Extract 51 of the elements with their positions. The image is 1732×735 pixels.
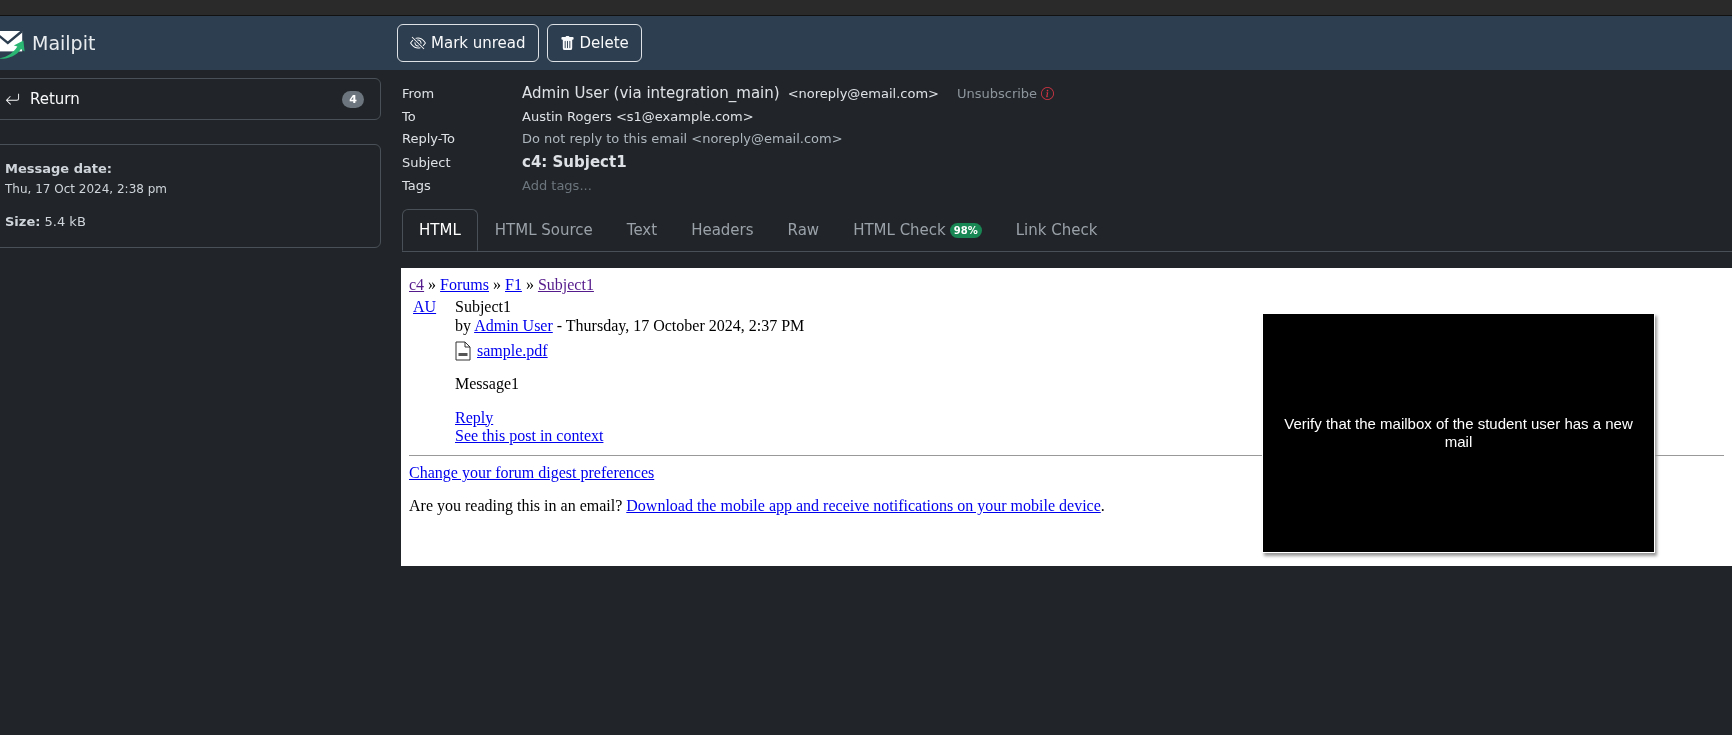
post-byline: by Admin User - Thursday, 17 October 2024, 2:37 PM xyxy=(455,316,805,336)
header-label: From xyxy=(402,85,436,101)
post-message: Message1 xyxy=(455,375,520,394)
unsubscribe-link[interactable]: Unsubscribe xyxy=(956,85,1055,101)
pdf-file-icon xyxy=(455,341,471,362)
trash-icon xyxy=(559,35,575,51)
overlay-text: Verify that the mailbox of the student user has a new mail xyxy=(1283,415,1634,451)
return-arrow-icon xyxy=(5,91,20,107)
view-tab[interactable]: HTML xyxy=(402,209,478,251)
author-initials-link[interactable]: AU xyxy=(413,298,437,316)
attachment-link[interactable]: sample.pdf xyxy=(477,341,548,361)
closing-paragraph: Are you reading this in an email? Download the mobile app and receive notifications on your mobile device. xyxy=(409,496,1106,516)
header-value: Do not reply to this email <noreply@email.com> xyxy=(522,131,844,146)
post-title: Subject1 xyxy=(455,298,512,317)
info-label: Message date: xyxy=(5,161,113,176)
header-value: Austin Rogers <s1@example.com> xyxy=(522,109,755,124)
mobile-app-link[interactable]: Download the mobile app and receive notifications on your mobile device xyxy=(626,496,1101,514)
view-tab[interactable]: HTML Check 98% xyxy=(836,209,999,251)
breadcrumb-separator: » xyxy=(525,276,534,295)
view-tab[interactable]: Headers xyxy=(674,209,771,251)
breadcrumb-link[interactable]: Subject1 xyxy=(537,276,594,295)
view-tab[interactable]: HTML Source xyxy=(477,209,610,251)
post-link[interactable]: Reply xyxy=(455,408,494,426)
header-label: Tags xyxy=(402,178,432,193)
breadcrumb-link[interactable]: Forums xyxy=(440,276,489,295)
toolbar-button[interactable]: Delete xyxy=(546,24,642,62)
digest-preferences-link[interactable]: Change your forum digest preferences xyxy=(409,464,655,482)
breadcrumb-separator: » xyxy=(493,276,501,295)
app-name: Mailpit xyxy=(32,32,96,54)
view-tab[interactable]: Raw xyxy=(770,209,837,251)
header-label: Reply-To xyxy=(402,131,456,146)
info-line: Size: 5.4 kB xyxy=(5,214,87,229)
score-badge: 98% xyxy=(949,222,982,238)
info-value: Thu, 17 Oct 2024, 2:38 pm xyxy=(5,182,169,196)
subject-value: c4: Subject1 xyxy=(522,153,628,171)
header-label: To xyxy=(402,109,417,124)
post-link[interactable]: See this post in context xyxy=(455,426,604,444)
return-button[interactable]: Return 4 xyxy=(0,78,381,120)
header-label: Subject xyxy=(402,154,452,170)
sender-name: Admin User (via integration_main) xyxy=(522,84,780,102)
sender-address: <noreply@email.com> xyxy=(787,85,939,101)
author-link[interactable]: Admin User xyxy=(474,316,553,334)
view-tab[interactable]: Text xyxy=(609,209,675,251)
eye-slash-icon xyxy=(410,35,426,51)
count-badge: 4 xyxy=(342,90,364,108)
toolbar-button[interactable]: Mark unread xyxy=(397,24,539,62)
view-tab[interactable]: Link Check xyxy=(998,209,1115,251)
breadcrumb-link[interactable]: F1 xyxy=(505,276,522,295)
breadcrumb-separator: » xyxy=(428,276,437,295)
breadcrumb-link[interactable]: c4 xyxy=(409,276,425,295)
info-icon xyxy=(1041,86,1055,100)
